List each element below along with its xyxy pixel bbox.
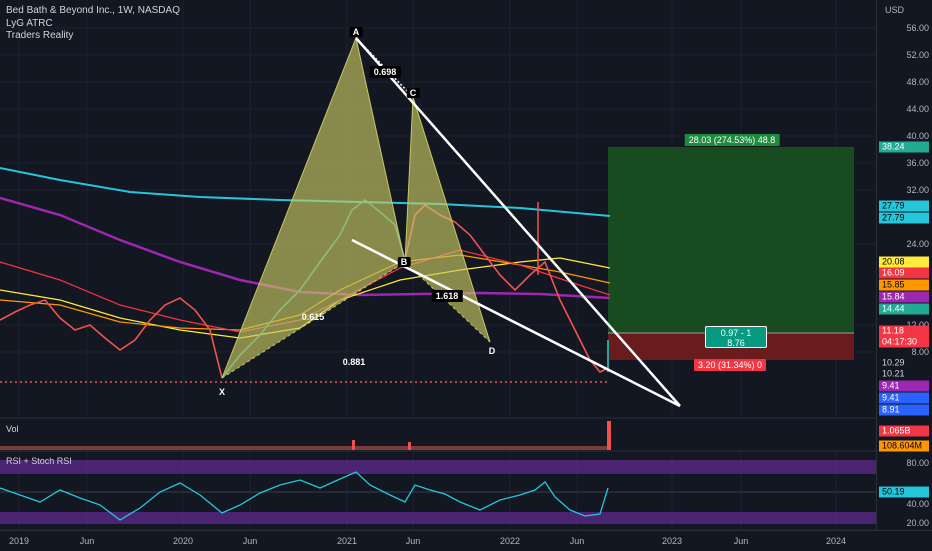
price-tag: 9.41 (879, 392, 929, 404)
price-tag: 14.44 (879, 303, 929, 315)
price-tick: 32.00 (906, 185, 929, 195)
price-tag: 10.21 (879, 368, 929, 380)
symbol-title[interactable]: Bed Bath & Beyond Inc., 1W, NASDAQ (6, 5, 180, 17)
currency-label: USD (885, 5, 905, 15)
indicator-traders-reality[interactable]: Traders Reality (6, 30, 73, 42)
time-label: 2021 (336, 536, 358, 546)
countdown-tag: 04:17:30 (879, 336, 929, 348)
ratio-label-xd: 0.881 (342, 357, 366, 367)
pattern-point-d: D (488, 346, 496, 356)
time-axis[interactable]: 2019 Jun 2020 Jun 2021 Jun 2022 Jun 2023… (0, 530, 932, 551)
price-tag: 11.18 (879, 325, 929, 337)
price-tag: 27.79 (879, 200, 929, 212)
time-label: Jun (405, 536, 421, 546)
price-tag: 38.24 (879, 141, 929, 153)
profit-zone[interactable] (608, 147, 854, 333)
price-tick: 36.00 (906, 158, 929, 168)
time-label: 2024 (825, 536, 847, 546)
time-label: Jun (79, 536, 95, 546)
price-tick: 48.00 (906, 77, 929, 87)
ratio-label-bd: 1.618 (431, 290, 463, 302)
rsi-overbought-band (0, 460, 876, 474)
price-tag: 27.79 (879, 212, 929, 224)
price-tick: 24.00 (906, 239, 929, 249)
stop-label: 3.20 (31.34%) 0 (693, 359, 767, 371)
time-label: Jun (242, 536, 258, 546)
time-label: 2020 (172, 536, 194, 546)
pattern-point-b: B (397, 257, 411, 267)
rsi-tick: 80.00 (906, 458, 929, 468)
rsi-tick: 40.00 (906, 499, 929, 509)
pattern-point-x: X (218, 387, 226, 397)
harmonic-triangle-bcd[interactable] (405, 97, 490, 342)
pattern-point-c: C (406, 88, 420, 98)
price-axis[interactable]: USD 56.00 52.00 48.00 44.00 40.00 36.00 … (876, 0, 932, 530)
target-label: 28.03 (274.53%) 48.8 (684, 134, 780, 146)
ratio-label-ac: 0.698 (369, 66, 401, 78)
indicator-lyg-atrc[interactable]: LyG ATRC (6, 18, 53, 30)
price-tag: 16.09 (879, 267, 929, 279)
entry-label-line2: 8.76 (727, 338, 745, 348)
price-tag: 20.08 (879, 256, 929, 268)
price-tick: 8.00 (911, 347, 929, 357)
chart-canvas[interactable] (0, 0, 932, 550)
entry-label: 0.97 - 1 8.76 (705, 326, 767, 348)
price-tag: 15.85 (879, 279, 929, 291)
volume-title[interactable]: Vol (6, 424, 19, 434)
time-label: Jun (569, 536, 585, 546)
rsi-title[interactable]: RSI + Stoch RSI (6, 456, 72, 466)
time-label: 2022 (499, 536, 521, 546)
price-tag: 15.84 (879, 291, 929, 303)
time-label: Jun (733, 536, 749, 546)
volume-tag: 1.065B (879, 425, 929, 437)
pattern-point-a: A (349, 27, 363, 37)
time-label: 2019 (8, 536, 30, 546)
price-tick: 52.00 (906, 50, 929, 60)
harmonic-triangle-xab[interactable] (222, 38, 405, 378)
price-tick: 56.00 (906, 23, 929, 33)
price-tag: 10.29 (879, 357, 929, 369)
entry-label-line1: 0.97 - 1 (720, 328, 752, 338)
volume-tag: 108.604M (879, 440, 929, 452)
price-tick: 40.00 (906, 131, 929, 141)
rsi-tag: 50.19 (879, 486, 929, 498)
price-tag: 9.41 (879, 380, 929, 392)
rsi-tick: 20.00 (906, 518, 929, 528)
ratio-label-xb: 0.615 (301, 312, 325, 322)
price-tick: 44.00 (906, 104, 929, 114)
time-label: 2023 (661, 536, 683, 546)
price-tag: 8.91 (879, 404, 929, 416)
